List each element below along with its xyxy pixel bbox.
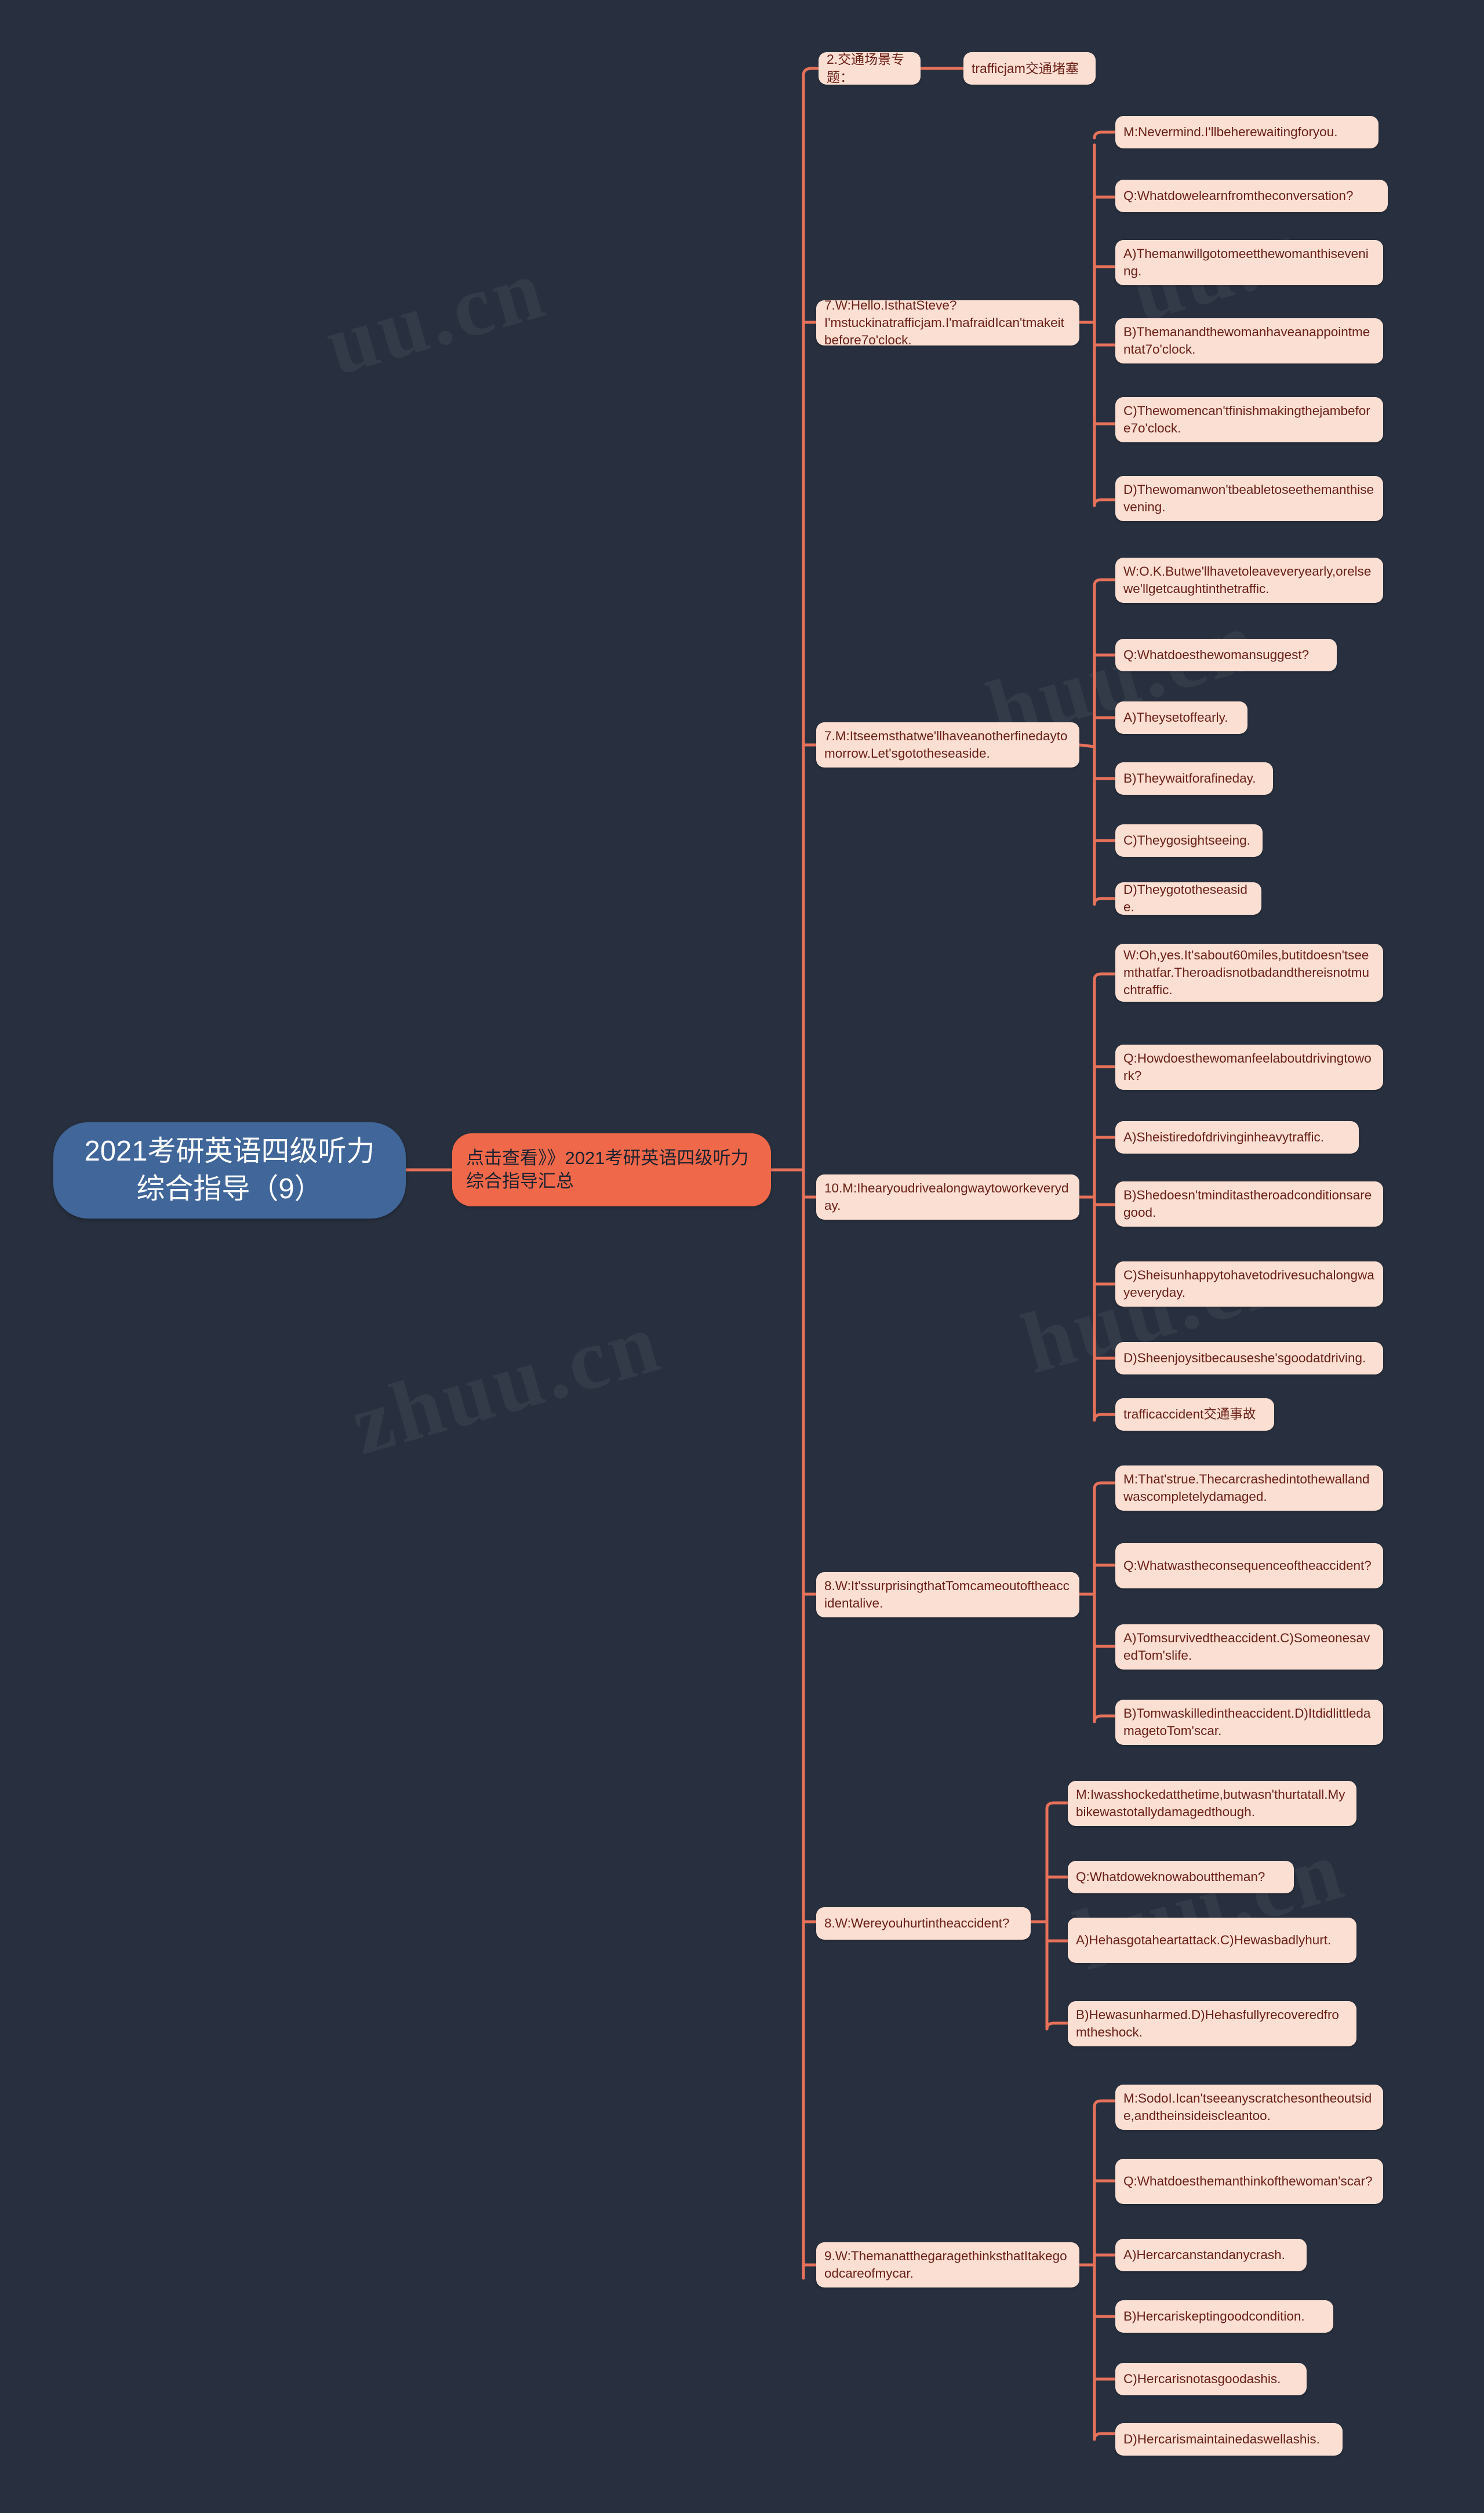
leaf-node-g3-1[interactable]: Q:Howdoesthewomanfeelaboutdrivingtowork? — [1115, 1045, 1383, 1090]
leaf-node-g2-5[interactable]: D)Theygototheseaside. — [1115, 882, 1261, 915]
leaf-node-g6-1[interactable]: Q:Whatdoesthemanthinkofthewoman'scar? — [1115, 2159, 1383, 2204]
leaf-node-label: B)Hewasunharmed.D)Hehasfullyrecoveredfro… — [1076, 2007, 1339, 2039]
leaf-node-g4-0[interactable]: M:That'strue.Thecarcrashedintothewalland… — [1115, 1465, 1383, 1511]
branch-node-label: 9.W:ThemanatthegaragethinksthatItakegood… — [824, 2248, 1067, 2281]
leaf-node-label: Q:Whatdoesthewomansuggest? — [1123, 647, 1310, 662]
branch-node-g5-parent[interactable]: 8.W:Wereyouhurtintheaccident? — [816, 1907, 1031, 1940]
branch-node-label: 8.W:Wereyouhurtintheaccident? — [824, 1915, 1010, 1930]
branch-node-label: 10.M:Ihearyoudrivealongwaytoworkeveryday… — [824, 1180, 1069, 1213]
leaf-node-label: D)Hercarismaintainedaswellashis. — [1123, 2431, 1320, 2446]
topic-node-traffic-scene[interactable]: 2.交通场景专题： — [819, 52, 921, 85]
accent-node-summary-link[interactable]: 点击查看》》2021考研英语四级听力综合指导汇总 — [452, 1133, 771, 1206]
leaf-node-g3-4[interactable]: C)Sheisunhappytohavetodrivesuchalongwaye… — [1115, 1261, 1383, 1307]
branch-node-g1-parent[interactable]: 7.W:Hello.IsthatSteve?I'mstuckinatraffic… — [816, 297, 1079, 348]
leaf-node-label: A)Hehasgotaheartattack.C)Hewasbadlyhurt. — [1076, 1932, 1332, 1947]
leaf-node-g4-1[interactable]: Q:Whatwastheconsequenceoftheaccident? — [1115, 1543, 1383, 1588]
leaf-node-label: A)Hercarcanstandanycrash. — [1123, 2247, 1285, 2262]
watermark: uu.cn — [315, 239, 556, 394]
leaf-node-g5-2[interactable]: A)Hehasgotaheartattack.C)Hewasbadlyhurt. — [1068, 1918, 1356, 1963]
leaf-node-label: B)Themanandthewomanhaveanappointmentat7o… — [1123, 324, 1370, 357]
leaf-node-label: M:That'strue.Thecarcrashedintothewalland… — [1123, 1471, 1370, 1504]
leaf-node-label: Q:Whatdoesthemanthinkofthewoman'scar? — [1123, 2173, 1373, 2188]
leaf-node-label: Q:Whatwastheconsequenceoftheaccident? — [1123, 1558, 1372, 1573]
connector-lines — [404, 67, 1117, 2441]
leaf-node-label: C)Hercarisnotasgoodashis. — [1123, 2371, 1281, 2386]
leaf-node-label: W:Oh,yes.It'sabout60miles,butitdoesn'tse… — [1123, 947, 1370, 998]
leaf-node-g2-0[interactable]: W:O.K.Butwe'llhavetoleaveveryearly,orels… — [1115, 558, 1383, 603]
leaf-node-label: M:SodoI.Ican'tseeanyscratchesontheoutsid… — [1123, 2090, 1372, 2123]
leaf-node-label: Q:Whatdowelearnfromtheconversation? — [1123, 188, 1354, 203]
watermark: huu.cn — [1064, 1820, 1355, 1990]
leaf-node-g2-2[interactable]: A)Theysetoffearly. — [1115, 701, 1247, 734]
leaf-node-g6-2[interactable]: A)Hercarcanstandanycrash. — [1115, 2239, 1307, 2271]
leaf-node-label: A)Tomsurvivedtheaccident.C)SomeonesavedT… — [1123, 1630, 1370, 1663]
leaf-node-g2-3[interactable]: B)Theywaitforafineday. — [1115, 762, 1273, 795]
accent-node-label: 点击查看》》2021考研英语四级听力综合指导汇总 — [466, 1147, 749, 1191]
root-node-label: 2021考研英语四级听力综合指导（9） — [84, 1136, 375, 1205]
leaf-node-label: A)Theysetoffearly. — [1123, 710, 1228, 725]
leaf-node-g1-3[interactable]: B)Themanandthewomanhaveanappointmentat7o… — [1115, 318, 1383, 363]
leaf-node-label: A)Themanwillgotomeetthewomanthisevening. — [1123, 246, 1369, 278]
root-node[interactable]: 2021考研英语四级听力综合指导（9） — [53, 1122, 406, 1219]
leaf-node-label: C)Sheisunhappytohavetodrivesuchalongwaye… — [1123, 1267, 1374, 1300]
leaf-node-g2-4[interactable]: C)Theygosightseeing. — [1115, 824, 1263, 857]
leaf-node-g5-1[interactable]: Q:Whatdoweknowabouttheman? — [1068, 1861, 1294, 1893]
leaf-node-g5-3[interactable]: B)Hewasunharmed.D)Hehasfullyrecoveredfro… — [1068, 2001, 1356, 2046]
leaf-node-g3-0[interactable]: W:Oh,yes.It'sabout60miles,butitdoesn'tse… — [1115, 944, 1383, 1002]
leaf-node-label: M:Iwasshockedatthetime,butwasn'thurtatal… — [1076, 1787, 1345, 1819]
leaf-node-g6-3[interactable]: B)Hercariskeptingoodcondition. — [1115, 2300, 1333, 2333]
leaf-node-label: Q:Whatdoweknowabouttheman? — [1076, 1869, 1265, 1884]
leaf-node-label: M:Nevermind.I'llbeherewaitingforyou. — [1123, 124, 1338, 139]
leaf-node-g6-0[interactable]: M:SodoI.Ican'tseeanyscratchesontheoutsid… — [1115, 2085, 1383, 2130]
leaf-node-g2-1[interactable]: Q:Whatdoesthewomansuggest? — [1115, 639, 1337, 671]
leaf-node-g1-4[interactable]: C)Thewomencan'tfinishmakingthejambefore7… — [1115, 397, 1383, 442]
leaf-node-label: B)Shedoesn'tminditastheroadconditionsare… — [1123, 1187, 1372, 1220]
topic-child-node-label: trafficjam交通堵塞 — [972, 60, 1079, 76]
leaf-node-label: B)Hercariskeptingoodcondition. — [1123, 2308, 1305, 2323]
leaf-node-g6-4[interactable]: C)Hercarisnotasgoodashis. — [1115, 2363, 1307, 2395]
leaf-node-label: B)Tomwaskilledintheaccident.D)Itdidlittl… — [1123, 1705, 1371, 1738]
leaf-node-g5-0[interactable]: M:Iwasshockedatthetime,butwasn'thurtatal… — [1068, 1781, 1356, 1826]
leaf-node-label: C)Theygosightseeing. — [1123, 832, 1250, 848]
topic-node-label: 2.交通场景专题： — [827, 52, 905, 85]
leaf-node-label: D)Thewomanwon'tbeabletoseethemanthiseven… — [1123, 482, 1374, 514]
mindmap-canvas: uu.cn uu.c huu.cn huu.cn huu.cn zhuu.cn — [0, 0, 1484, 2513]
branch-node-label: 7.M:Itseemsthatwe'llhaveanotherfinedayto… — [824, 728, 1068, 761]
topic-child-node-trafficjam[interactable]: trafficjam交通堵塞 — [963, 52, 1096, 85]
branch-node-g4-parent[interactable]: 8.W:It'ssurprisingthatTomcameoutoftheacc… — [816, 1572, 1079, 1617]
leaf-node-label: W:O.K.Butwe'llhavetoleaveveryearly,orels… — [1123, 563, 1372, 596]
leaf-node-label: C)Thewomencan'tfinishmakingthejambefore7… — [1123, 403, 1370, 435]
branch-node-g3-parent[interactable]: 10.M:Ihearyoudrivealongwaytoworkeveryday… — [816, 1174, 1079, 1220]
leaf-node-g3-2[interactable]: A)Sheistiredofdrivinginheavytraffic. — [1115, 1121, 1359, 1154]
branch-node-label: 8.W:It'ssurprisingthatTomcameoutoftheacc… — [824, 1578, 1070, 1610]
leaf-node-label: A)Sheistiredofdrivinginheavytraffic. — [1123, 1129, 1325, 1144]
leaf-node-g3-3[interactable]: B)Shedoesn'tminditastheroadconditionsare… — [1115, 1181, 1383, 1227]
leaf-node-g1-0[interactable]: M:Nevermind.I'llbeherewaitingforyou. — [1115, 116, 1378, 148]
watermark: zhuu.cn — [340, 1293, 672, 1474]
branch-node-g6-parent[interactable]: 9.W:ThemanatthegaragethinksthatItakegood… — [816, 2242, 1079, 2287]
leaf-node-label: B)Theywaitforafineday. — [1123, 770, 1256, 785]
leaf-node-g1-5[interactable]: D)Thewomanwon'tbeabletoseethemanthiseven… — [1115, 476, 1383, 521]
branch-node-label: 7.W:Hello.IsthatSteve?I'mstuckinatraffic… — [824, 297, 1064, 348]
leaf-node-label: trafficaccident交通事故 — [1123, 1406, 1256, 1421]
leaf-node-label: D)Theygototheseaside. — [1123, 882, 1247, 914]
leaf-node-label: Q:Howdoesthewomanfeelaboutdrivingtowork? — [1123, 1050, 1372, 1083]
branch-node-g2-parent[interactable]: 7.M:Itseemsthatwe'llhaveanotherfinedayto… — [816, 722, 1079, 768]
leaf-node-g4-3[interactable]: B)Tomwaskilledintheaccident.D)Itdidlittl… — [1115, 1700, 1383, 1745]
leaf-node-g1-1[interactable]: Q:Whatdowelearnfromtheconversation? — [1115, 180, 1388, 212]
leaf-node-g3-5[interactable]: D)Sheenjoysitbecauseshe'sgoodatdriving. — [1115, 1342, 1383, 1374]
leaf-node-g4-2[interactable]: A)Tomsurvivedtheaccident.C)SomeonesavedT… — [1115, 1624, 1383, 1670]
leaf-node-g1-2[interactable]: A)Themanwillgotomeetthewomanthisevening. — [1115, 240, 1383, 285]
leaf-node-label: D)Sheenjoysitbecauseshe'sgoodatdriving. — [1123, 1350, 1366, 1365]
leaf-node-g6-5[interactable]: D)Hercarismaintainedaswellashis. — [1115, 2423, 1343, 2456]
leaf-node-g3-6-trafficaccident[interactable]: trafficaccident交通事故 — [1115, 1398, 1274, 1431]
